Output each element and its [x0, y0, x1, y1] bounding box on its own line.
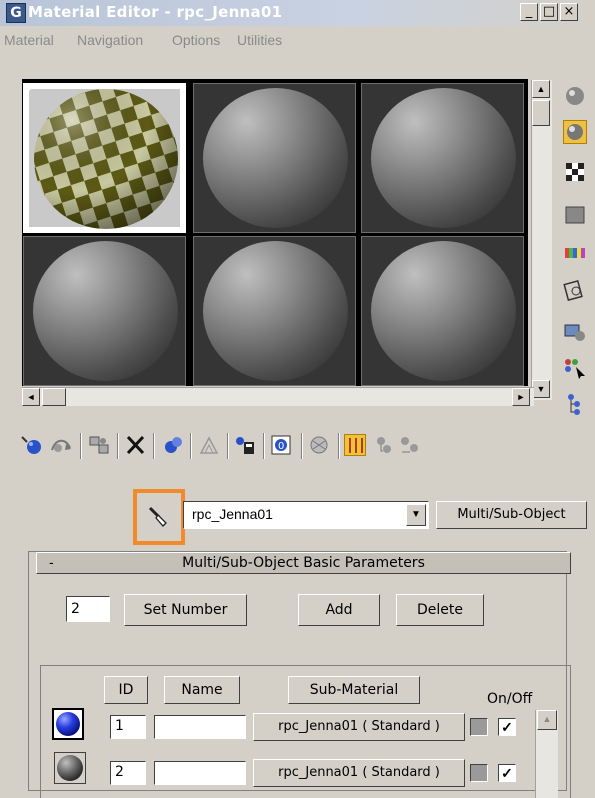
table-row-2-color[interactable] — [470, 764, 488, 782]
show-map-in-viewport-icon[interactable] — [308, 434, 330, 456]
options-icon[interactable] — [563, 320, 587, 344]
table-row-2-sub-material-button[interactable]: rpc_Jenna01 ( Standard ) — [253, 759, 465, 787]
pick-material-from-object-icon[interactable] — [146, 504, 170, 528]
material-id-channel-icon[interactable]: 0 — [270, 434, 292, 456]
svg-text:0: 0 — [278, 441, 284, 452]
rollout-header[interactable]: - Multi/Sub-Object Basic Parameters — [36, 552, 571, 574]
scroll-down-button[interactable]: ▼ — [532, 380, 550, 398]
id-column-header[interactable]: ID — [104, 676, 148, 704]
side-toolbar — [555, 80, 595, 430]
scroll-left-button[interactable]: ◄ — [22, 388, 40, 406]
vertical-scrollbar[interactable]: ▲ ▼ — [531, 80, 552, 400]
minimize-button[interactable]: _ — [520, 3, 538, 21]
table-row-2-swatch[interactable] — [54, 752, 86, 784]
horizontal-scrollbar[interactable]: ◄ ► — [22, 387, 534, 406]
table-row-1-name[interactable] — [154, 715, 246, 739]
make-copy-icon[interactable] — [162, 434, 184, 456]
go-forward-to-sibling-icon[interactable] — [398, 434, 420, 456]
sample-uv-tiling-icon[interactable] — [563, 202, 587, 226]
delete-button[interactable]: Delete — [396, 594, 484, 626]
3dsmax-app-icon[interactable]: G — [6, 3, 26, 23]
scroll-up-button[interactable]: ▲ — [532, 80, 550, 98]
rollout-title: Multi/Sub-Object Basic Parameters — [182, 555, 425, 571]
title-bar: G Material Editor - rpc_Jenna01 _ □ × — [0, 0, 595, 26]
backlight-icon[interactable] — [563, 120, 587, 144]
sample-slot-2[interactable] — [193, 83, 356, 233]
dropdown-arrow-icon[interactable]: ▼ — [406, 504, 426, 526]
sub-material-column-header[interactable]: Sub-Material — [288, 676, 420, 704]
sample-type-icon[interactable] — [563, 84, 587, 108]
sample-slot-3[interactable] — [361, 83, 524, 233]
put-to-library-icon[interactable] — [234, 434, 256, 456]
close-button[interactable]: × — [560, 3, 578, 21]
menu-utilities[interactable]: Utilities — [237, 32, 282, 48]
menu-bar: Material Navigation Options Utilities — [0, 26, 595, 50]
table-row-1-swatch[interactable] — [52, 708, 84, 740]
table-row-1-sub-material-button[interactable]: rpc_Jenna01 ( Standard ) — [253, 713, 465, 741]
maximize-button[interactable]: □ — [540, 3, 558, 21]
video-color-check-icon[interactable] — [563, 240, 587, 264]
sample-slot-6[interactable] — [361, 236, 524, 386]
table-row-2-on-checkbox[interactable]: ✓ — [498, 764, 516, 782]
gray-sphere-icon — [57, 755, 83, 781]
blue-sphere-icon — [56, 712, 80, 736]
make-preview-icon[interactable] — [563, 278, 587, 302]
horizontal-scroll-thumb[interactable] — [42, 388, 66, 406]
table-row-1-on-checkbox[interactable]: ✓ — [498, 718, 516, 736]
material-name-dropdown[interactable]: rpc_Jenna01 ▼ — [183, 501, 429, 529]
table-row-2-id[interactable]: 2 — [110, 761, 146, 785]
background-icon[interactable] — [563, 160, 587, 184]
scroll-right-button[interactable]: ► — [512, 388, 530, 406]
put-to-scene-icon[interactable] — [50, 434, 72, 456]
sample-slot-5[interactable] — [193, 236, 356, 386]
material-type-button[interactable]: Multi/Sub-Object — [436, 501, 587, 529]
show-end-result-icon[interactable] — [344, 434, 366, 456]
window-title: Material Editor - rpc_Jenna01 — [28, 3, 283, 21]
list-scroll-up-button[interactable]: ▲ — [537, 710, 557, 730]
table-row-2-name[interactable] — [154, 761, 246, 785]
table-row-1-color[interactable] — [470, 718, 488, 736]
sample-slots-panel — [22, 79, 528, 386]
table-row-1-id[interactable]: 1 — [110, 715, 146, 739]
make-unique-icon[interactable] — [198, 434, 220, 456]
get-material-icon[interactable] — [20, 434, 42, 456]
add-button[interactable]: Add — [298, 594, 380, 626]
checker-sphere-icon — [25, 85, 184, 231]
menu-options[interactable]: Options — [172, 32, 220, 48]
material-name-value: rpc_Jenna01 — [192, 506, 273, 522]
name-column-header[interactable]: Name — [164, 676, 240, 704]
vertical-scroll-thumb[interactable] — [532, 100, 550, 126]
number-of-materials-field[interactable]: 2 — [66, 596, 110, 622]
menu-material[interactable]: Material — [4, 32, 54, 48]
sample-slot-4[interactable] — [23, 236, 186, 386]
material-toolbar: 0 — [18, 430, 595, 462]
go-to-parent-icon[interactable] — [372, 434, 394, 456]
material-navigator-icon[interactable] — [563, 392, 587, 416]
select-by-material-icon[interactable] — [563, 356, 587, 380]
menu-navigation[interactable]: Navigation — [77, 32, 143, 48]
sample-slot-1[interactable] — [23, 83, 186, 233]
set-number-button[interactable]: Set Number — [124, 594, 247, 626]
assign-to-selection-icon[interactable] — [88, 434, 110, 456]
reset-map-icon[interactable] — [124, 434, 146, 456]
sub-material-scrollbar[interactable]: ▲ — [535, 710, 558, 798]
on-off-column-header: On/Off — [487, 691, 533, 707]
